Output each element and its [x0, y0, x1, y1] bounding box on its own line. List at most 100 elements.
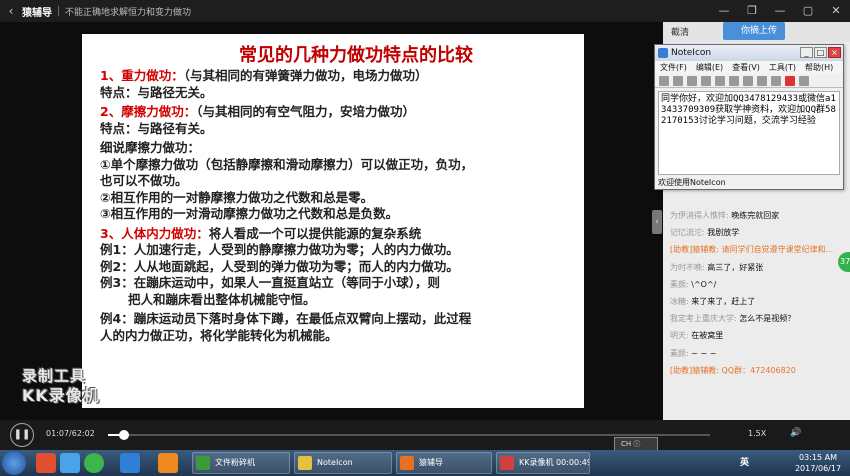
quicklaunch-360-icon[interactable]	[84, 453, 104, 473]
taskbar-item[interactable]: KK录像机 00:00:49	[496, 452, 590, 474]
chat-author[interactable]: 素颜:	[670, 280, 689, 289]
back-icon[interactable]: ‹	[0, 4, 22, 18]
taskbar-item-label: NoteIcon	[317, 458, 353, 467]
wrap-icon[interactable]	[757, 75, 767, 86]
video-area[interactable]: 常见的几种力做功特点的比较 1、重力做功：（与其相同的有弹簧弹力做功，电场力做功…	[0, 22, 663, 420]
settings-icon[interactable]	[799, 75, 809, 86]
close-icon[interactable]: ✕	[822, 0, 850, 22]
app-name: 猿辅导	[22, 7, 52, 19]
noteicon-controls: _ □ ×	[800, 47, 841, 58]
slide-line-text: 细说摩擦力做功：	[100, 140, 201, 155]
chat-author[interactable]: 素颜:	[670, 349, 689, 358]
menu-view[interactable]: 查看(V)	[732, 61, 760, 74]
progress-track[interactable]	[108, 430, 710, 440]
slide-line: 把人和蹦床看出整体机械能守恒。	[100, 292, 572, 309]
extra-min-icon[interactable]: —	[710, 0, 738, 22]
slide-line: 3、人体内力做功：将人看成一个可以提供能源的复杂系统	[100, 226, 572, 243]
chat-message: 记忆流沱: 我剧放学	[670, 227, 739, 238]
save-icon[interactable]	[659, 75, 669, 86]
slide-line: ①单个摩擦力做功（包括静摩擦和滑动摩擦力）可以做正功，负功，	[100, 157, 572, 174]
slide-line-heading: 2、摩擦力做功：	[100, 104, 197, 119]
taskbar-item[interactable]: 猿辅导	[396, 452, 492, 474]
watermark-line-2: KK录像机	[22, 386, 100, 405]
chat-message: 冰糖: 来了来了，赶上了	[670, 296, 755, 307]
quicklaunch-ie-icon[interactable]	[36, 453, 56, 473]
quicklaunch-explorer-icon[interactable]	[60, 453, 80, 473]
taskbar: 文件粉碎机 NoteIcon 猿辅导 KK录像机 00:00:49 英 03:15 A…	[0, 450, 850, 476]
chat-text: 怎么不是视频？	[739, 314, 796, 324]
slide-line-text: 例1：人加速行走，人受到的静摩擦力做功为零；人的内力做功。	[100, 242, 459, 257]
quicklaunch-baidu-icon[interactable]	[120, 453, 140, 473]
upload-button[interactable]: 你摘上传	[723, 22, 785, 40]
chat-message: 素颜: \^O^/	[670, 279, 716, 290]
chat-author[interactable]: 冰糖:	[670, 297, 689, 306]
slide-line-text: 特点：与路径有关。	[100, 120, 213, 136]
chat-message: [助教]猿辅教: QQ群：472406820	[670, 365, 796, 376]
cut-icon[interactable]	[701, 75, 711, 86]
noteicon-titlebar[interactable]: NoteIcon _ □ ×	[655, 45, 843, 61]
slide-line: 例3：在蹦床运动中，如果人一直挺直站立（等同于小球），则	[100, 275, 572, 292]
chat-author[interactable]: [助教]猿辅教:	[670, 245, 719, 254]
speed-button[interactable]: 1.5X	[748, 429, 766, 438]
paste-icon[interactable]	[729, 75, 739, 86]
chat-message: [助教]猿辅教: 请同学们自觉遵守课堂纪律和...	[670, 244, 833, 255]
menu-help[interactable]: 帮助(H)	[805, 61, 833, 74]
chat-author[interactable]: [助教]猿辅教:	[670, 366, 719, 375]
taskbar-item-label: 猿辅导	[419, 458, 443, 467]
slide-line: 也可以不做功。	[100, 173, 572, 190]
taskbar-item-label: 文件粉碎机	[215, 458, 255, 467]
pause-button[interactable]: ❚❚	[10, 423, 34, 447]
taskbar-app-icon	[500, 456, 514, 470]
chat-author[interactable]: 为时不晚:	[670, 263, 705, 272]
maximize-icon[interactable]: ▢	[794, 0, 822, 22]
menu-edit[interactable]: 编辑(E)	[696, 61, 723, 74]
right-panel-header: 截清 你摘上传	[663, 22, 850, 42]
undo-icon[interactable]	[743, 75, 753, 86]
volume-icon[interactable]: 🔊	[790, 428, 801, 438]
chat-message: 明天: 在被窝里	[670, 330, 723, 341]
copy-icon[interactable]	[715, 75, 725, 86]
clear-button[interactable]: 截清	[671, 25, 689, 38]
menu-file[interactable]: 文件(F)	[660, 61, 687, 74]
noteicon-minimize-icon[interactable]: _	[800, 47, 813, 58]
quicklaunch-taobao-icon[interactable]	[158, 453, 178, 473]
noteicon-toolbar	[655, 74, 843, 88]
chat-list[interactable]: 为伊消得人憔悴: 晚练完就回家 记忆流沱: 我剧放学 [助教]猿辅教: 请同学们自觉…	[663, 208, 850, 388]
chat-author[interactable]: 记忆流沱:	[670, 228, 705, 237]
font-icon[interactable]	[771, 75, 781, 86]
chat-text: QQ群：472406820	[721, 365, 796, 375]
progress-knob[interactable]	[119, 430, 130, 440]
print-icon[interactable]	[673, 75, 683, 86]
extra-restore-icon[interactable]: ❐	[738, 0, 766, 22]
taskbar-item-label: KK录像机 00:00:49	[519, 458, 590, 467]
clock-date: 2017/06/17	[794, 464, 842, 473]
minimize-icon[interactable]: —	[766, 0, 794, 22]
slide-line-heading: 1、重力做功：	[100, 68, 184, 83]
playback-time: 01:07/62:02	[46, 429, 95, 438]
slide-title: 常见的几种力做功特点的比较	[239, 45, 473, 66]
chat-author[interactable]: 为伊消得人憔悴:	[670, 211, 729, 220]
start-button[interactable]	[2, 451, 26, 475]
noteicon-title: NoteIcon	[671, 48, 712, 58]
system-clock[interactable]: 03:15 AM 2017/06/17	[790, 452, 846, 474]
clock-time: 03:15 AM	[799, 453, 837, 462]
menu-tools[interactable]: 工具(T)	[769, 61, 796, 74]
noteicon-maximize-icon[interactable]: □	[814, 47, 827, 58]
noteicon-textarea[interactable]: 同学你好，欢迎加QQ3478129433或微信a13433709309获取学神资…	[658, 91, 840, 175]
taskbar-item[interactable]: NoteIcon	[294, 452, 392, 474]
slide-line-text: ①单个摩擦力做功（包括静摩擦和滑动摩擦力）可以做正功，负功，	[100, 156, 474, 172]
noteicon-close-icon[interactable]: ×	[828, 47, 841, 58]
collapse-arrow-icon[interactable]: ‹	[652, 210, 662, 234]
find-icon[interactable]	[687, 75, 697, 86]
chat-author[interactable]: 我定考上重庆大学:	[670, 314, 737, 323]
chat-message: 素颜: ~ ~ ~	[670, 348, 716, 359]
slide-line: ③相互作用的一对滑动摩擦力做功之代数和总是负数。	[100, 206, 572, 223]
taskbar-item[interactable]: 文件粉碎机	[192, 452, 290, 474]
slide-line: 1、重力做功：（与其相同的有弹簧弹力做功，电场力做功）	[100, 68, 572, 85]
taskbar-app-icon	[196, 456, 210, 470]
chat-author[interactable]: 明天:	[670, 331, 689, 340]
color-icon[interactable]	[785, 75, 795, 86]
player-controls: ❚❚ 01:07/62:02 1.5X 🔊	[0, 420, 850, 450]
slide-line-text: 例2：人从地面跳起，人受到的弹力做功为零；而人的内力做功。	[100, 258, 459, 274]
ime-indicator[interactable]: 英	[740, 455, 749, 468]
